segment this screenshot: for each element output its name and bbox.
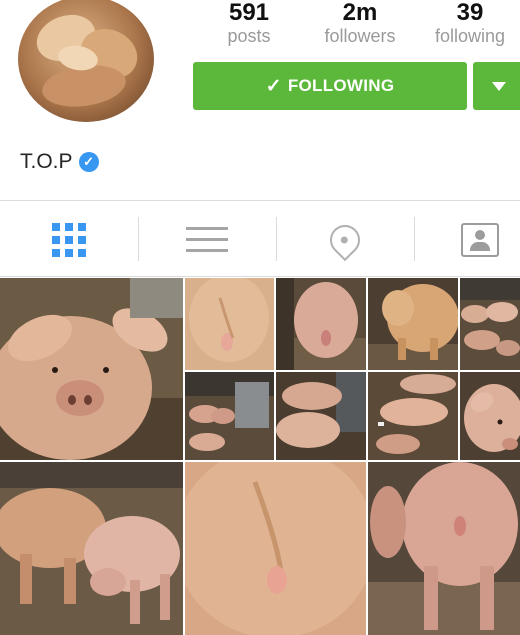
photo-pig-head-close[interactable] — [460, 372, 520, 460]
photo-pig-face[interactable] — [0, 278, 183, 460]
photo-pigs-herd[interactable] — [460, 278, 520, 370]
following-stat[interactable]: 39 following — [420, 0, 520, 46]
profile-username-row: T.O.P ✓ — [20, 150, 99, 174]
tab-tagged-view[interactable] — [425, 201, 520, 278]
photo-pig-rear-standing[interactable] — [368, 462, 520, 635]
photo-pig-rear-closeup[interactable] — [185, 278, 274, 370]
photo-pigs-sleeping[interactable] — [368, 372, 458, 460]
following-label: following — [434, 26, 506, 46]
followers-count: 2m — [342, 0, 378, 26]
tab-divider — [276, 217, 277, 261]
tab-grid-view[interactable] — [14, 201, 124, 278]
following-button-label: FOLLOWING — [287, 76, 395, 95]
photo-pigs-lying[interactable] — [276, 372, 366, 460]
following-count: 39 — [456, 0, 484, 26]
check-icon: ✓ — [265, 75, 282, 97]
following-button[interactable]: ✓ FOLLOWING — [193, 62, 467, 110]
tagged-person-icon — [461, 222, 499, 257]
profile-tab-bar — [0, 200, 520, 277]
tab-list-view[interactable] — [152, 201, 262, 278]
photo-pig-rear-barn[interactable] — [276, 278, 366, 370]
profile-avatar[interactable] — [18, 0, 154, 122]
location-pin-icon — [323, 218, 367, 261]
posts-stat[interactable]: 591 posts — [199, 0, 299, 46]
posts-label: posts — [227, 26, 271, 46]
suggestions-dropdown-button[interactable] — [473, 62, 520, 110]
photo-pig-standing[interactable] — [368, 278, 458, 370]
tab-divider — [138, 217, 139, 261]
grid-icon — [52, 222, 86, 257]
verified-badge-icon: ✓ — [78, 152, 99, 172]
photo-pig-rear-macro[interactable] — [185, 462, 366, 635]
caret-down-icon — [491, 81, 506, 91]
list-icon — [186, 219, 228, 260]
followers-stat[interactable]: 2m followers — [310, 0, 410, 46]
tab-map-view[interactable] — [290, 201, 400, 278]
tab-divider — [414, 217, 415, 261]
photo-pigs-feeding[interactable] — [0, 462, 183, 635]
profile-username: T.O.P — [20, 150, 73, 173]
photo-pigs-group[interactable] — [185, 372, 274, 460]
followers-label: followers — [324, 26, 396, 46]
posts-count: 591 — [228, 0, 270, 26]
